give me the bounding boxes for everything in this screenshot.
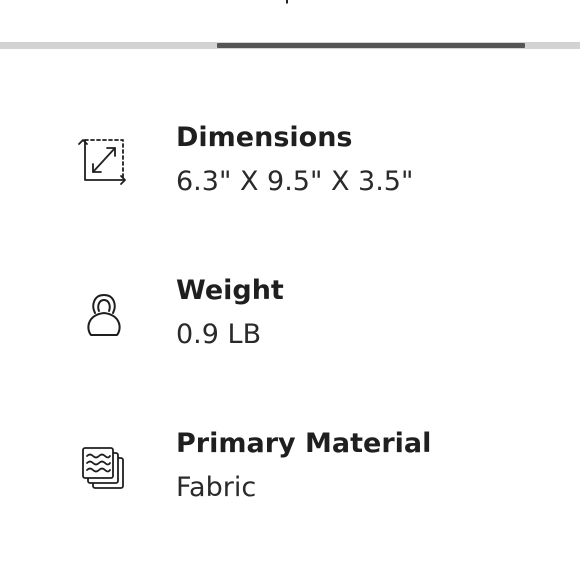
tab-bar: Details Specifications	[0, 0, 580, 52]
kettlebell-icon	[77, 289, 131, 343]
spec-row-weight: Weight 0.9 LB	[0, 273, 580, 373]
spec-row-dimensions: Dimensions 6.3" X 9.5" X 3.5"	[0, 120, 580, 220]
spec-label-material: Primary Material	[176, 428, 432, 459]
tab-specifications[interactable]: Specifications	[270, 0, 423, 10]
dimensions-icon	[77, 136, 131, 190]
spec-label-weight: Weight	[176, 275, 284, 306]
tab-details[interactable]: Details	[36, 0, 112, 10]
spec-value-weight: 0.9 LB	[176, 319, 262, 350]
active-tab-indicator	[217, 43, 525, 48]
spec-row-material: Primary Material Fabric	[0, 426, 580, 526]
product-specs-panel: Details Specifications Dimensions 6.3" X…	[0, 0, 580, 580]
spec-label-dimensions: Dimensions	[176, 122, 353, 153]
spec-value-material: Fabric	[176, 472, 257, 503]
spec-value-dimensions: 6.3" X 9.5" X 3.5"	[176, 166, 414, 197]
fabric-layers-icon	[77, 442, 131, 496]
